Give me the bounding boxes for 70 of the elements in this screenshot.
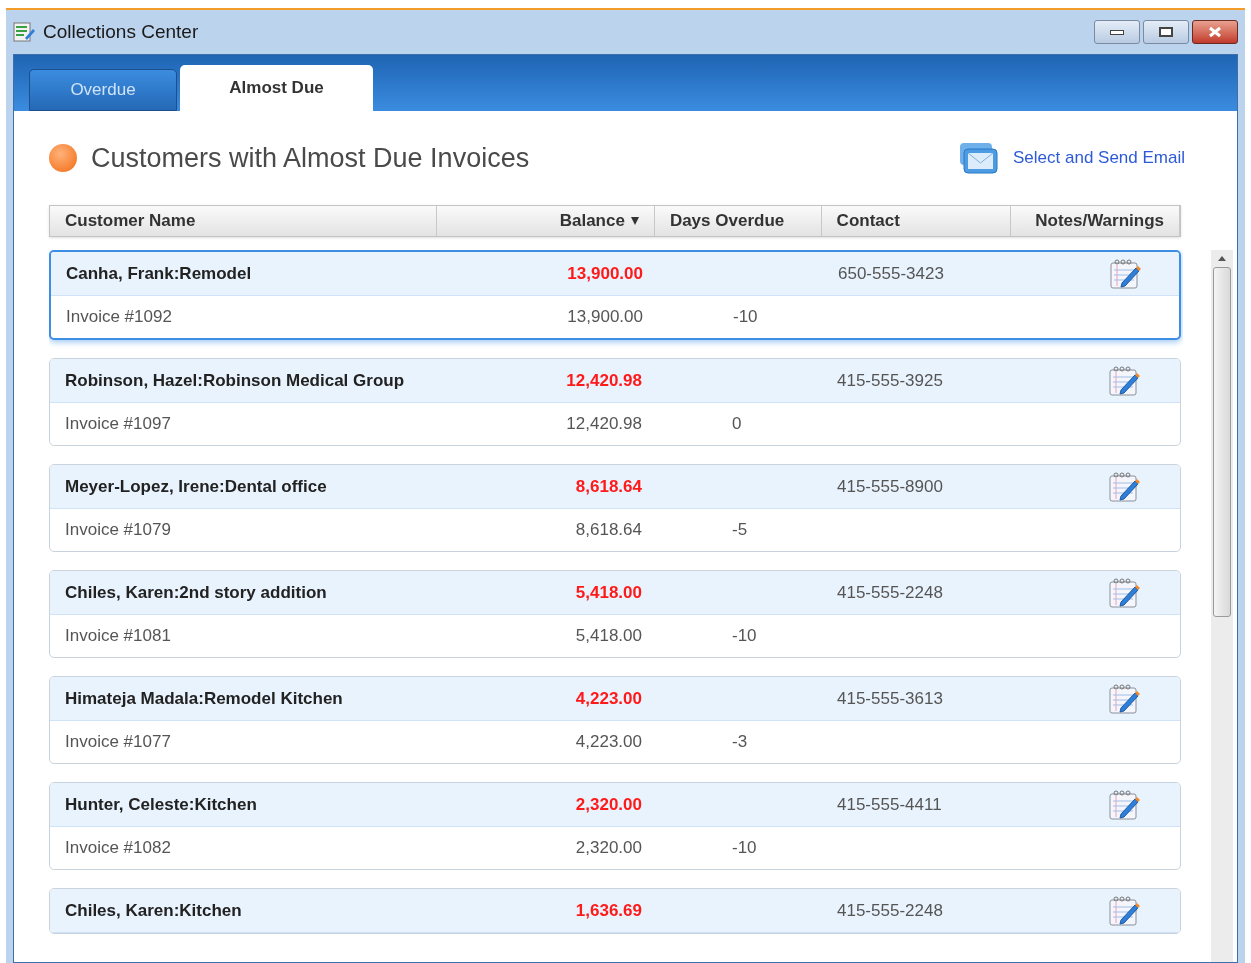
app-icon (13, 22, 35, 42)
page-heading: Customers with Almost Due Invoices (91, 141, 530, 175)
invoice-number: Invoice #1077 (64, 731, 172, 754)
customer-card[interactable]: Meyer-Lopez, Irene:Dental office 8,618.64 415-555-8900 Invoice #1079 8,618.64 -5 (49, 464, 1181, 552)
close-icon (1207, 26, 1223, 38)
tab[interactable]: Almost Due (180, 65, 373, 111)
column-header[interactable]: Contact (821, 206, 1012, 236)
days-overdue: 0 (732, 413, 743, 436)
customer-card[interactable]: Chiles, Karen:2nd story addition 5,418.00 415-555-2248 Invoice #1081 5,418.00 -10 (49, 570, 1181, 658)
customer-name: Chiles, Karen:Kitchen (64, 899, 243, 922)
invoice-amount: 4,223.00 (574, 731, 642, 754)
invoice-amount: 12,420.98 (565, 413, 642, 436)
column-header[interactable]: Balance (437, 206, 655, 236)
notepad-pencil-icon[interactable] (1107, 470, 1141, 503)
contact-phone: 415-555-2248 (837, 581, 944, 604)
balance-amount: 4,223.00 (574, 687, 642, 710)
invoice-number: Invoice #1081 (64, 625, 172, 648)
column-header[interactable]: Days Overdue (654, 206, 822, 236)
invoice-number: Invoice #1082 (64, 837, 172, 860)
notepad-pencil-icon[interactable] (1108, 257, 1142, 290)
window-title: Collections Center (43, 19, 199, 44)
balance-amount: 12,420.98 (565, 369, 642, 392)
balance-amount: 8,618.64 (574, 475, 642, 498)
invoice-number: Invoice #1079 (64, 519, 172, 542)
customer-name: Himateja Madala:Remodel Kitchen (64, 687, 344, 710)
notepad-pencil-icon[interactable] (1107, 576, 1141, 609)
customer-name: Meyer-Lopez, Irene:Dental office (64, 475, 328, 498)
close-button[interactable] (1192, 20, 1238, 44)
invoice-number: Invoice #1097 (64, 413, 172, 436)
contact-phone: 415-555-3613 (837, 687, 944, 710)
scroll-up-icon[interactable] (1218, 256, 1226, 261)
days-overdue: -10 (732, 837, 758, 860)
customer-card[interactable]: Chiles, Karen:Kitchen 1,636.69 415-555-2248 (49, 888, 1181, 934)
balance-amount: 13,900.00 (566, 262, 643, 285)
customer-card[interactable]: Robinson, Hazel:Robinson Medical Group 12,420.98 415-555-3925 Invoice #1097 12,420.98 0 (49, 358, 1181, 446)
days-overdue: -5 (732, 519, 749, 542)
contact-phone: 415-555-4411 (837, 793, 943, 816)
customer-card[interactable]: Himateja Madala:Remodel Kitchen 4,223.00 415-555-3613 Invoice #1077 4,223.00 -3 (49, 676, 1181, 764)
customer-name: Canha, Frank:Remodel (65, 262, 253, 285)
invoice-number: Invoice #1092 (65, 306, 173, 329)
balance-amount: 2,320.00 (574, 793, 642, 816)
envelopes-icon (959, 142, 999, 174)
customer-name: Hunter, Celeste:Kitchen (64, 793, 258, 816)
contact-phone: 415-555-2248 (837, 899, 944, 922)
days-overdue: -3 (732, 731, 749, 754)
balance-amount: 5,418.00 (574, 581, 642, 604)
scrollbar[interactable] (1211, 250, 1233, 962)
invoice-amount: 5,418.00 (574, 625, 642, 648)
balance-amount: 1,636.69 (574, 899, 642, 922)
minimize-button[interactable] (1094, 20, 1140, 44)
column-header[interactable]: Notes/Warnings (1011, 206, 1180, 236)
contact-phone: 650-555-3423 (838, 262, 945, 285)
notepad-pencil-icon[interactable] (1107, 364, 1141, 397)
column-header[interactable]: Customer Name (50, 206, 438, 236)
invoice-amount: 13,900.00 (566, 306, 643, 329)
days-overdue: -10 (732, 625, 758, 648)
days-overdue: -10 (733, 306, 759, 329)
customer-card[interactable]: Canha, Frank:Remodel 13,900.00 650-555-3423 Invoice #1092 13,900.00 -10 (49, 250, 1181, 340)
maximize-button[interactable] (1143, 20, 1189, 44)
invoice-amount: 2,320.00 (574, 837, 642, 860)
customer-name: Chiles, Karen:2nd story addition (64, 581, 328, 604)
contact-phone: 415-555-8900 (837, 475, 944, 498)
contact-phone: 415-555-3925 (837, 369, 944, 392)
invoice-amount: 8,618.64 (574, 519, 642, 542)
customer-name: Robinson, Hazel:Robinson Medical Group (64, 369, 406, 392)
notepad-pencil-icon[interactable] (1107, 894, 1141, 927)
customer-card[interactable]: Hunter, Celeste:Kitchen 2,320.00 415-555-4411 Invoice #1082 2,320.00 -10 (49, 782, 1181, 870)
notepad-pencil-icon[interactable] (1107, 788, 1141, 821)
notepad-pencil-icon[interactable] (1107, 682, 1141, 715)
send-email-link[interactable]: Select and Send Email (959, 142, 1185, 174)
